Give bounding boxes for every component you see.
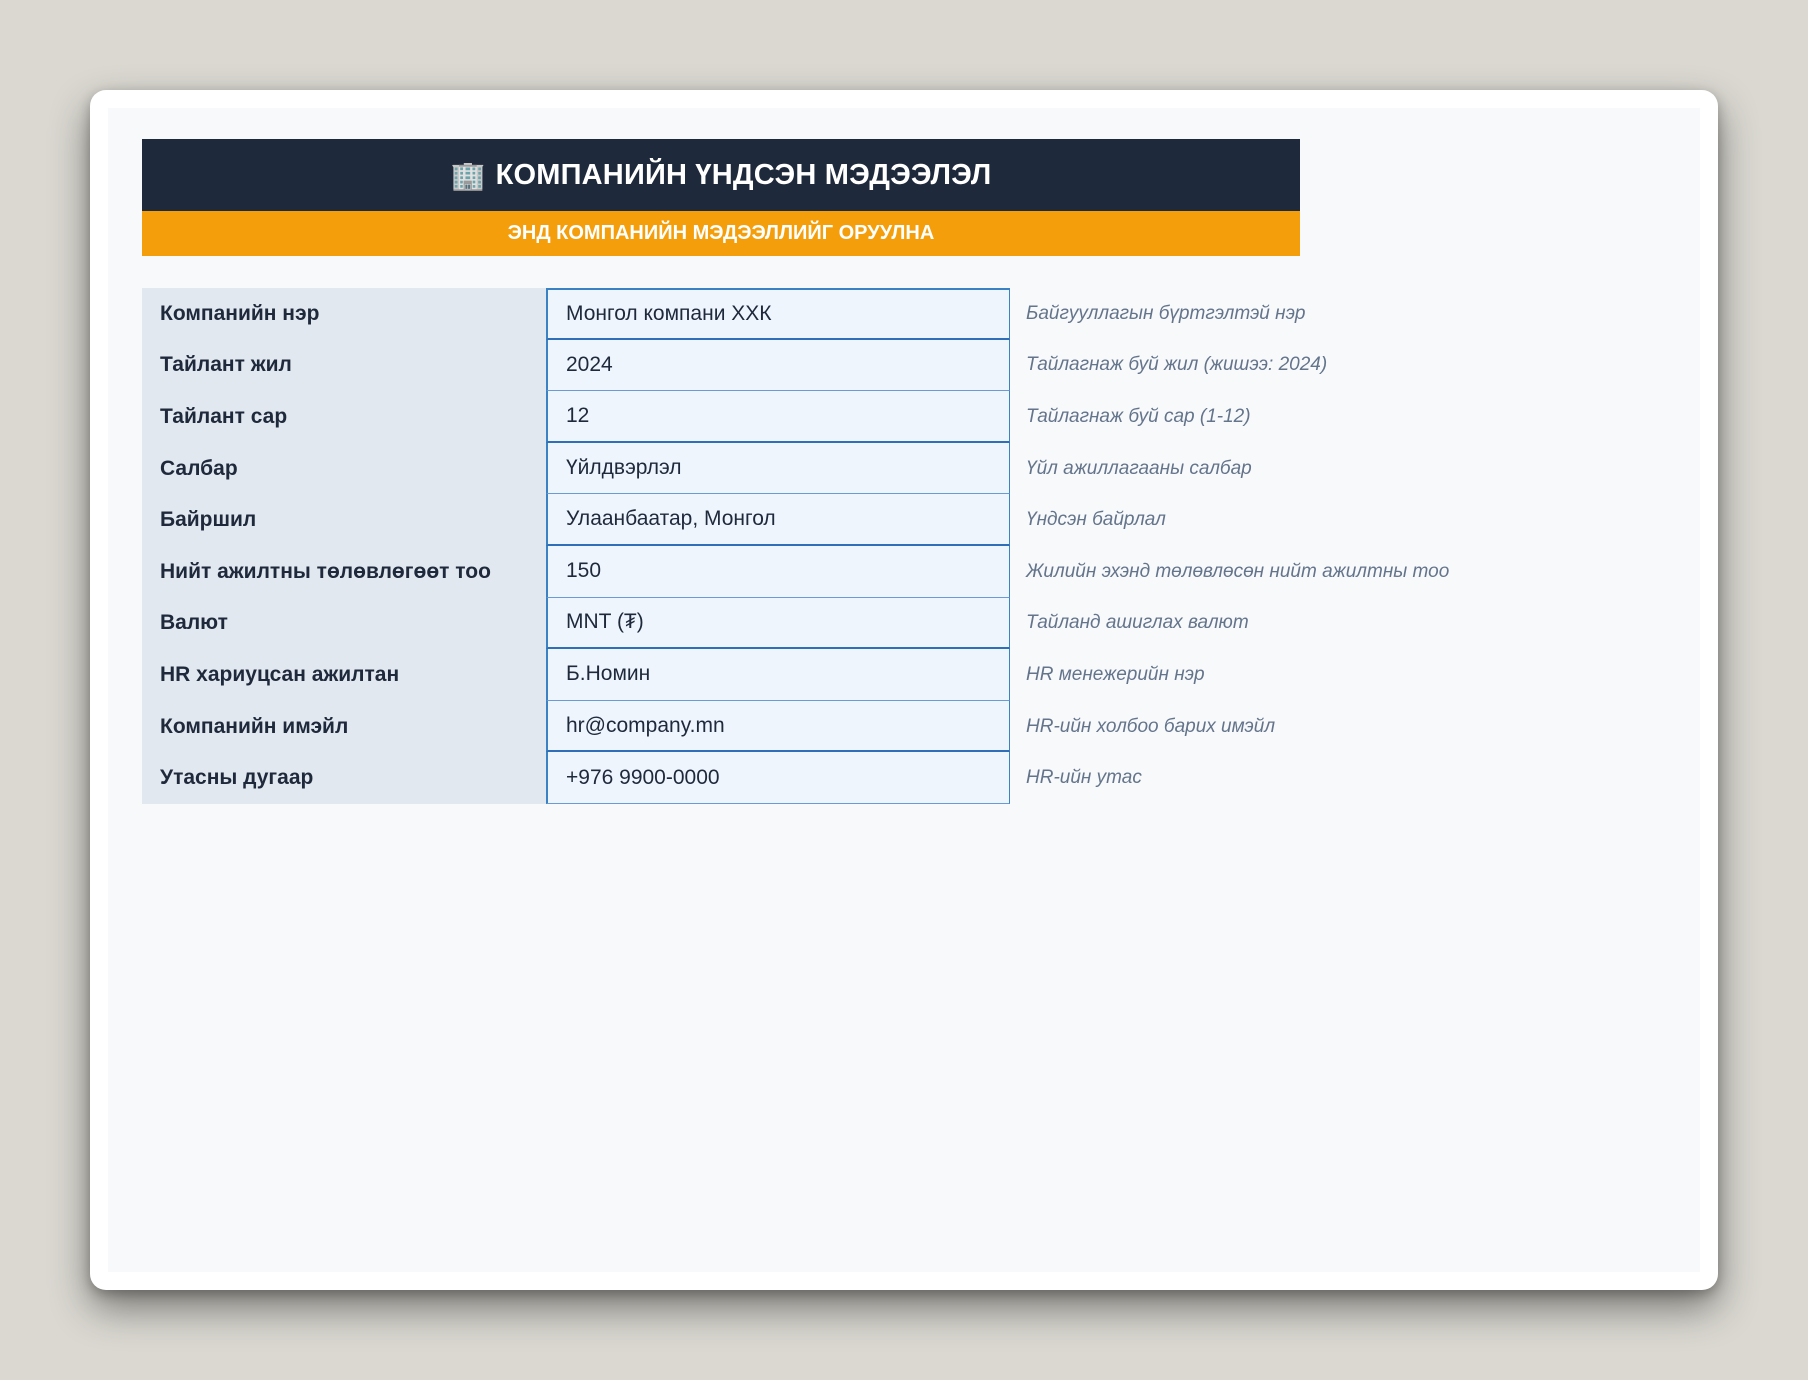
page-title: КОМПАНИЙН ҮНДСЭН МЭДЭЭЛЭЛ (495, 158, 992, 191)
field-label: Тайлант сар (142, 391, 546, 443)
table-row: Салбар Үйлдвэрлэл Үйл ажиллагааны салбар (142, 442, 1612, 495)
company-email-input[interactable]: hr@company.mn (546, 700, 1010, 753)
field-label: Тайлант жил (142, 339, 546, 392)
field-label: Компанийн имэйл (142, 700, 546, 753)
hr-contact-input[interactable]: Б.Номин (546, 649, 1010, 701)
report-month-input[interactable]: 12 (546, 391, 1010, 443)
company-info-table: Компанийн нэр Монгол компани ХХК Байгуул… (142, 288, 1612, 804)
field-note: Байгууллагын бүртгэлтэй нэр (1026, 302, 1306, 324)
field-label: Байршил (142, 494, 546, 546)
field-note: HR менежерийн нэр (1026, 663, 1205, 685)
table-row: Валют MNT (₮) Тайланд ашиглах валют (142, 597, 1612, 650)
field-note: Тайлагнаж буй сар (1-12) (1026, 405, 1251, 427)
location-input[interactable]: Улаанбаатар, Монгол (546, 494, 1010, 546)
currency-input[interactable]: MNT (₮) (546, 597, 1010, 650)
table-row: Тайлант сар 12 Тайлагнаж буй сар (1-12) (142, 391, 1612, 443)
page-subtitle: ЭНД КОМПАНИЙН МЭДЭЭЛЛИЙГ ОРУУЛНА (507, 222, 935, 244)
table-row: Нийт ажилтны төлөвлөгөөт тоо 150 Жилийн … (142, 545, 1612, 598)
field-note: HR-ийн холбоо барих имэйл (1026, 715, 1276, 737)
table-row: HR хариуцсан ажилтан Б.Номин HR менежери… (142, 649, 1612, 701)
phone-number-input[interactable]: +976 9900-0000 (546, 752, 1010, 804)
window-frame: 🏢 КОМПАНИЙН ҮНДСЭН МЭДЭЭЛЭЛ ЭНД КОМПАНИЙ… (90, 90, 1718, 1290)
field-note: Жилийн эхэнд төлөвлөсөн нийт ажилтны тоо (1026, 560, 1450, 582)
report-year-input[interactable]: 2024 (546, 339, 1010, 392)
field-note: Үндсэн байрлал (1026, 509, 1166, 531)
field-label: Нийт ажилтны төлөвлөгөөт тоо (142, 545, 546, 598)
industry-input[interactable]: Үйлдвэрлэл (546, 442, 1010, 495)
field-note: Тайлагнаж буй жил (жишээ: 2024) (1026, 354, 1328, 376)
page-subtitle-bar: ЭНД КОМПАНИЙН МЭДЭЭЛЛИЙГ ОРУУЛНА (142, 211, 1300, 256)
planned-headcount-input[interactable]: 150 (546, 545, 1010, 598)
company-name-input[interactable]: Монгол компани ХХК (546, 288, 1010, 340)
field-label: Утасны дугаар (142, 752, 546, 804)
spreadsheet-area: 🏢 КОМПАНИЙН ҮНДСЭН МЭДЭЭЛЭЛ ЭНД КОМПАНИЙ… (108, 108, 1700, 1272)
field-note: Тайланд ашиглах валют (1026, 612, 1249, 634)
table-row: Компанийн имэйл hr@company.mn HR-ийн хол… (142, 700, 1612, 753)
table-row: Байршил Улаанбаатар, Монгол Үндсэн байрл… (142, 494, 1612, 546)
field-label: HR хариуцсан ажилтан (142, 649, 546, 701)
building-icon: 🏢 (450, 159, 486, 191)
table-row: Компанийн нэр Монгол компани ХХК Байгуул… (142, 288, 1612, 340)
table-row: Утасны дугаар +976 9900-0000 HR-ийн утас (142, 752, 1612, 804)
field-label: Салбар (142, 442, 546, 495)
page-title-bar: 🏢 КОМПАНИЙН ҮНДСЭН МЭДЭЭЛЭЛ (142, 139, 1300, 211)
table-row: Тайлант жил 2024 Тайлагнаж буй жил (жишэ… (142, 339, 1612, 392)
field-label: Валют (142, 597, 546, 650)
field-note: Үйл ажиллагааны салбар (1026, 457, 1252, 479)
field-label: Компанийн нэр (142, 288, 546, 340)
field-note: HR-ийн утас (1026, 767, 1142, 789)
